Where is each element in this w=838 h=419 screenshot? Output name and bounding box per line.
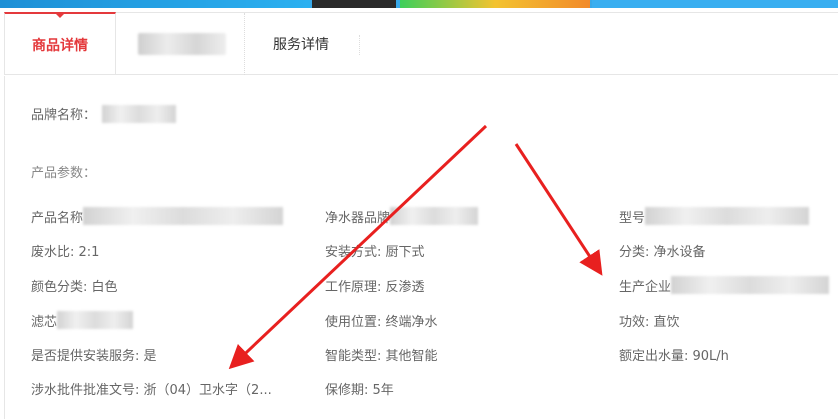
param-label: 产品名称: [31, 210, 84, 226]
param-label: 颜色分类: 白色: [31, 279, 118, 295]
param-label: 废水比: 2:1: [31, 244, 100, 260]
top-banner[interactable]: [0, 0, 838, 8]
param-label: 型号: [619, 210, 646, 226]
param-label: 安装方式: 厨下式: [325, 244, 425, 260]
params-title: 产品参数：: [31, 166, 97, 181]
param-item: 保修期: 5年: [325, 378, 394, 398]
param-item: 废水比: 2:1: [31, 240, 99, 260]
redacted-value: [671, 276, 830, 294]
param-label: 功效: 直饮: [619, 314, 680, 330]
param-label: 分类: 净水设备: [619, 244, 706, 260]
param-label: 智能类型: 其他智能: [325, 348, 438, 364]
param-item: 功效: 直饮: [619, 310, 680, 330]
param-item: 安装方式: 厨下式: [325, 240, 425, 260]
param-item: 涉水批件批准文号: 浙（04）卫水字（2...: [31, 378, 272, 398]
redacted-tab-label: [138, 33, 226, 55]
param-item: 分类: 净水设备: [619, 240, 706, 260]
param-item: 使用位置: 终端净水: [325, 310, 438, 330]
tab-label: 服务详情: [273, 37, 329, 53]
brand-label: 品牌名称：: [31, 108, 97, 123]
banner-segment: [312, 0, 396, 8]
product-details-panel: 品牌名称： 产品参数： 产品名称 废水比: 2:1 颜色分类: 白色 滤芯 是否…: [4, 76, 838, 419]
redacted-brand-value: [102, 104, 177, 123]
param-item: 颜色分类: 白色: [31, 275, 118, 295]
active-tab-indicator-icon: [54, 12, 66, 18]
redacted-value: [645, 207, 810, 225]
tab-product-details[interactable]: 商品详情: [4, 12, 116, 75]
param-item: 是否提供安装服务: 是: [31, 344, 157, 364]
param-item: 额定出水量: 90L/h: [619, 344, 729, 364]
brand-row: 品牌名称：: [31, 104, 177, 123]
param-label: 保修期: 5年: [325, 382, 394, 398]
param-item: 产品名称: [31, 206, 284, 226]
tab-service-details[interactable]: 服务详情: [244, 13, 364, 75]
param-label: 额定出水量: 90L/h: [619, 348, 729, 364]
banner-segment: [0, 0, 310, 8]
tab-redacted[interactable]: [136, 13, 228, 75]
param-label: 涉水批件批准文号: 浙（04）卫水字（2...: [31, 382, 272, 398]
param-item: 型号: [619, 206, 810, 226]
param-label: 滤芯: [31, 314, 58, 330]
tab-label: 商品详情: [32, 37, 88, 54]
redacted-value: [57, 311, 134, 329]
param-item: 工作原理: 反渗透: [325, 275, 425, 295]
param-item: 智能类型: 其他智能: [325, 344, 438, 364]
banner-segment: [592, 0, 838, 8]
param-item: 净水器品牌: [325, 206, 479, 226]
redacted-value: [83, 207, 284, 225]
detail-tabbar: 商品详情 服务详情: [4, 12, 838, 75]
param-item: 滤芯: [31, 310, 134, 330]
param-label: 是否提供安装服务: 是: [31, 348, 157, 364]
param-label: 生产企业: [619, 279, 672, 295]
redacted-value: [390, 207, 479, 225]
banner-segment: [400, 0, 590, 8]
param-item: 生产企业: [619, 275, 830, 295]
param-label: 净水器品牌: [325, 210, 391, 226]
param-label: 使用位置: 终端净水: [325, 314, 438, 330]
param-label: 工作原理: 反渗透: [325, 279, 425, 295]
